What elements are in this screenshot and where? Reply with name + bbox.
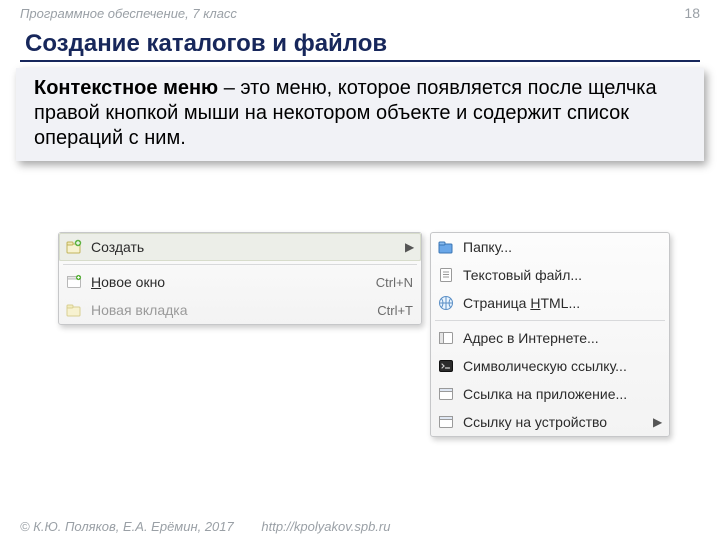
menu-label: Адрес в Интернете...: [463, 330, 661, 346]
panel-icon: [437, 329, 455, 347]
menu-item-internet-address[interactable]: Адрес в Интернете...: [431, 324, 669, 352]
menu-item-create[interactable]: Создать ▶: [59, 233, 421, 261]
menu-item-app-link[interactable]: Ссылка на приложение...: [431, 380, 669, 408]
footer-url: http://kpolyakov.spb.ru: [261, 519, 390, 534]
definition-term: Контекстное меню: [34, 77, 218, 99]
course-title: Программное обеспечение, 7 класс: [20, 6, 237, 21]
definition-box: Контекстное меню – это меню, которое поя…: [16, 68, 704, 161]
menu-label: Ссылку на устройство: [463, 414, 645, 430]
footer-copyright: © К.Ю. Поляков, Е.А. Ерёмин, 2017: [20, 519, 234, 534]
window-new-icon: [65, 273, 83, 291]
menu-label: Страница HTML...: [463, 295, 661, 311]
menu-item-folder[interactable]: Папку...: [431, 233, 669, 261]
menu-label: Символическую ссылку...: [463, 358, 661, 374]
menu-label: Создать: [91, 239, 397, 255]
menu-item-text-file[interactable]: Текстовый файл...: [431, 261, 669, 289]
footer: © К.Ю. Поляков, Е.А. Ерёмин, 2017 http:/…: [20, 519, 390, 534]
menu-item-new-window[interactable]: Новое окно Ctrl+N: [59, 268, 421, 296]
page-title: Создание каталогов и файлов: [0, 26, 720, 60]
context-menu-submenu: Папку... Текстовый файл... Страница HTML…: [430, 232, 670, 437]
folder-new-icon: [65, 238, 83, 256]
menu-item-device-link[interactable]: Ссылку на устройство ▶: [431, 408, 669, 436]
menu-label: Новая вкладка: [91, 302, 369, 318]
context-menu-primary: Создать ▶ Новое окно Ctrl+N: [58, 232, 422, 325]
shortcut-text: Ctrl+N: [376, 275, 413, 290]
menu-separator: [63, 264, 417, 265]
page-number: 18: [684, 5, 700, 21]
menu-separator: [435, 320, 665, 321]
shortcut-text: Ctrl+T: [377, 303, 413, 318]
chevron-right-icon: ▶: [653, 415, 661, 429]
menu-item-html-page[interactable]: Страница HTML...: [431, 289, 669, 317]
app-window-icon: [437, 385, 455, 403]
menu-label: Новое окно: [91, 274, 368, 290]
menu-label: Папку...: [463, 239, 661, 255]
folder-icon: [437, 238, 455, 256]
device-window-icon: [437, 413, 455, 431]
title-rule: [20, 60, 700, 62]
menu-item-symlink[interactable]: Символическую ссылку...: [431, 352, 669, 380]
globe-icon: [437, 294, 455, 312]
terminal-icon: [437, 357, 455, 375]
text-file-icon: [437, 266, 455, 284]
menu-label: Ссылка на приложение...: [463, 386, 661, 402]
menu-item-new-tab: Новая вкладка Ctrl+T: [59, 296, 421, 324]
menu-label: Текстовый файл...: [463, 267, 661, 283]
tab-new-icon: [65, 301, 83, 319]
chevron-right-icon: ▶: [405, 240, 413, 254]
